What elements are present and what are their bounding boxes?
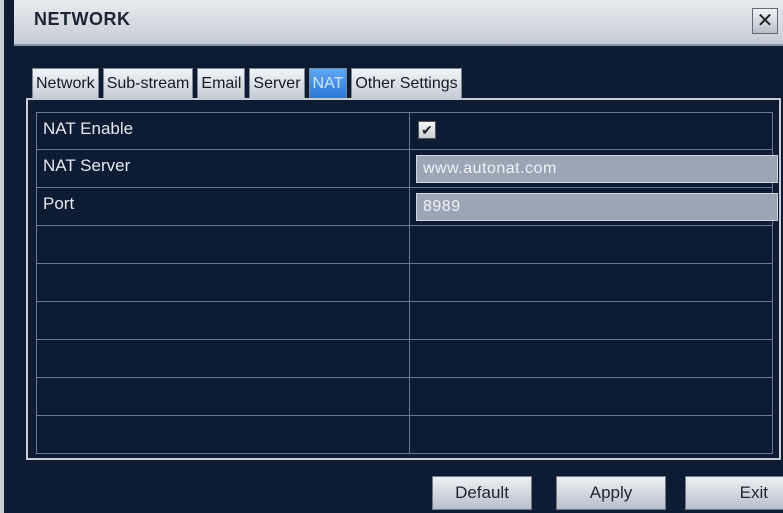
checkmark-icon: ✔ [421, 122, 433, 138]
table-row: NAT Server www.autonat.com [36, 150, 778, 188]
empty-cell [36, 264, 410, 301]
tab-sub-stream[interactable]: Sub-stream [102, 68, 194, 98]
window-title: NETWORK [34, 9, 131, 29]
nat-enable-cell: ✔ [410, 113, 773, 149]
table-row [36, 378, 773, 416]
empty-cell [410, 378, 773, 415]
empty-cell [36, 226, 410, 263]
empty-cell [36, 302, 410, 339]
tab-bar: Network Sub-stream Email Server NAT Othe… [32, 68, 462, 98]
empty-cell [410, 226, 773, 263]
apply-button[interactable]: Apply [556, 476, 666, 510]
empty-cell [410, 264, 773, 301]
table-row: Port 8989 [36, 188, 778, 226]
table-row [36, 226, 773, 264]
empty-cell [410, 340, 773, 377]
empty-cell [36, 416, 410, 453]
tab-server[interactable]: Server [249, 68, 305, 98]
nat-enable-checkbox[interactable]: ✔ [418, 121, 436, 139]
empty-cell [36, 340, 410, 377]
nat-server-label: NAT Server [36, 150, 410, 187]
table-row [36, 416, 773, 454]
table-row [36, 264, 773, 302]
settings-table: NAT Enable ✔ NAT Server www.autonat.com … [36, 112, 778, 454]
tab-nat[interactable]: NAT [308, 68, 348, 98]
nat-server-cell: www.autonat.com [410, 150, 778, 187]
empty-cell [410, 416, 773, 453]
nat-server-input[interactable]: www.autonat.com [416, 155, 778, 183]
title-bar: NETWORK ✕ [14, 0, 783, 46]
table-row [36, 302, 773, 340]
nat-settings-panel: NAT Enable ✔ NAT Server www.autonat.com … [26, 98, 781, 460]
table-row [36, 340, 773, 378]
exit-button[interactable]: Exit [685, 476, 783, 510]
close-icon: ✕ [756, 10, 774, 32]
port-input[interactable]: 8989 [416, 193, 778, 221]
tab-network[interactable]: Network [32, 68, 99, 98]
empty-cell [410, 302, 773, 339]
table-row: NAT Enable ✔ [36, 112, 773, 150]
port-cell: 8989 [410, 188, 778, 225]
port-label: Port [36, 188, 410, 225]
network-window: NETWORK ✕ Network Sub-stream Email Serve… [0, 0, 783, 513]
nat-enable-label: NAT Enable [36, 113, 410, 149]
empty-cell [36, 378, 410, 415]
tab-email[interactable]: Email [197, 68, 246, 98]
default-button[interactable]: Default [432, 476, 532, 510]
close-button[interactable]: ✕ [752, 8, 778, 34]
tab-other-settings[interactable]: Other Settings [351, 68, 462, 98]
